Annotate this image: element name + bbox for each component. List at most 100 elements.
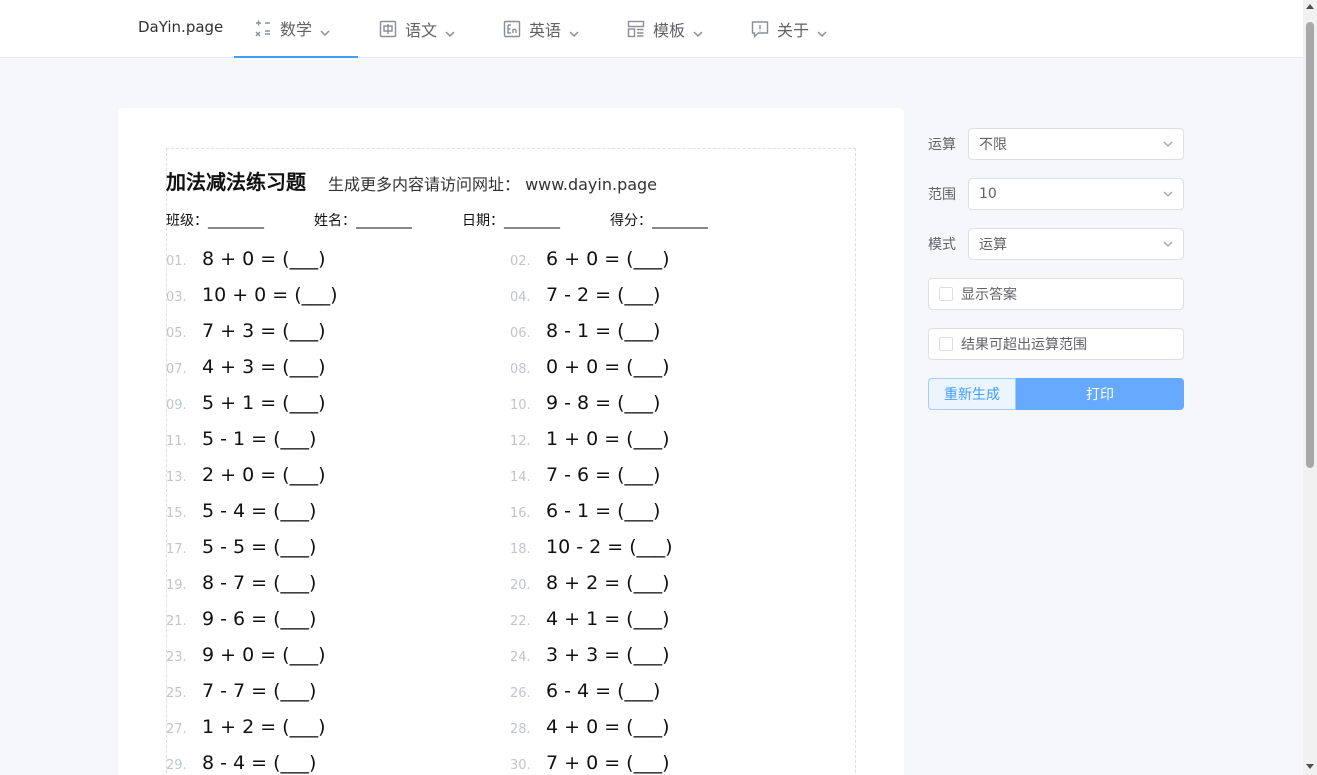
problem-expression: 2 + 0 = (___) [202,464,326,486]
allow-overflow-label: 结果可超出运算范围 [961,337,1087,353]
problem-item: 05. 7 + 3 = (___) [166,320,326,342]
mode-row: 模式 运算 [928,228,1184,260]
problem-expression: 1 + 0 = (___) [546,428,670,450]
problem-number: 13. [166,470,187,485]
problem-expression: 8 + 2 = (___) [546,572,670,594]
scroll-down-arrow-icon[interactable] [1306,764,1314,769]
chevron-down-icon [817,24,827,38]
checkbox-square[interactable] [939,337,953,351]
problem-number: 03. [166,290,187,305]
student-info-fields: 班级：________ 姓名：________ 日期：________ 得分：_… [166,210,758,230]
nav-item-label: 数学 [280,20,313,39]
problem-number: 16. [510,506,531,521]
range-select[interactable]: 10 [968,178,1184,210]
problem-expression: 7 - 7 = (___) [202,680,317,702]
class-field: 班级：________ [166,213,264,229]
name-field: 姓名：________ [314,213,412,229]
english-icon [503,20,521,38]
chevron-down-icon [569,24,579,38]
problem-number: 17. [166,542,187,557]
nav-item-label: 模板 [653,21,686,40]
problem-number: 07. [166,362,187,377]
problem-item: 22. 4 + 1 = (___) [510,608,670,630]
problem-number: 05. [166,326,187,341]
problem-expression: 8 - 1 = (___) [546,320,661,342]
problem-expression: 8 - 4 = (___) [202,752,317,774]
problem-expression: 5 + 1 = (___) [202,392,326,414]
problem-expression: 3 + 3 = (___) [546,644,670,666]
mode-label: 模式 [928,237,956,253]
problem-item: 01. 8 + 0 = (___) [166,248,326,270]
nav-item-label: 英语 [529,21,562,40]
range-row: 范围 10 [928,178,1184,210]
scroll-up-arrow-icon[interactable] [1306,4,1314,9]
problem-number: 08. [510,362,531,377]
chevron-down-icon [320,23,330,37]
action-buttons: 重新生成 打印 [928,378,1184,410]
problem-expression: 6 + 0 = (___) [546,248,670,270]
problem-item: 24. 3 + 3 = (___) [510,644,670,666]
chevron-down-icon [1163,241,1173,248]
date-field: 日期：________ [462,213,560,229]
problem-number: 29. [166,758,187,773]
problem-number: 18. [510,542,531,557]
brand-logo[interactable]: DaYin.page [138,18,223,36]
math-icon [254,19,272,37]
problem-number: 02. [510,254,531,269]
checkbox-square[interactable] [939,287,953,301]
nav-item-chinese[interactable]: 语文 [379,0,455,58]
mode-select[interactable]: 运算 [968,228,1184,260]
problem-expression: 4 + 0 = (___) [546,716,670,738]
problem-expression: 8 - 7 = (___) [202,572,317,594]
operation-label: 运算 [928,137,956,153]
nav-item-english[interactable]: 英语 [503,0,579,58]
problem-number: 11. [166,434,187,449]
page-scrollbar[interactable] [1303,0,1317,775]
problem-number: 15. [166,506,187,521]
problem-expression: 5 - 5 = (___) [202,536,317,558]
problem-expression: 7 + 0 = (___) [546,752,670,774]
problem-item: 27. 1 + 2 = (___) [166,716,326,738]
chevron-down-icon [1163,191,1173,198]
problem-item: 16. 6 - 1 = (___) [510,500,660,522]
problem-item: 04. 7 - 2 = (___) [510,284,660,306]
nav-item-math[interactable]: 数学 [234,0,358,58]
problem-number: 22. [510,614,531,629]
problem-item: 20. 8 + 2 = (___) [510,572,670,594]
problem-item: 13. 2 + 0 = (___) [166,464,326,486]
allow-overflow-checkbox[interactable]: 结果可超出运算范围 [928,328,1184,360]
problem-item: 29. 8 - 4 = (___) [166,752,316,774]
worksheet-paper: 加法减法练习题 生成更多内容请访问网址： www.dayin.page 班级：_… [118,108,904,775]
problem-expression: 6 - 1 = (___) [546,500,661,522]
print-button[interactable]: 打印 [1016,378,1184,410]
regenerate-button[interactable]: 重新生成 [928,378,1016,410]
problem-item: 14. 7 - 6 = (___) [510,464,660,486]
nav-item-template[interactable]: 模板 [627,0,703,58]
operation-select[interactable]: 不限 [968,128,1184,160]
problem-expression: 10 - 2 = (___) [546,536,673,558]
problem-number: 14. [510,470,531,485]
scrollbar-thumb[interactable] [1306,22,1314,468]
range-select-value: 10 [979,186,997,202]
problem-number: 30. [510,758,531,773]
show-answer-checkbox[interactable]: 显示答案 [928,278,1184,310]
problem-item: 02. 6 + 0 = (___) [510,248,670,270]
problem-item: 19. 8 - 7 = (___) [166,572,316,594]
problem-expression: 9 - 6 = (___) [202,608,317,630]
problem-expression: 7 - 2 = (___) [546,284,661,306]
problem-item: 26. 6 - 4 = (___) [510,680,660,702]
problem-item: 25. 7 - 7 = (___) [166,680,316,702]
problem-expression: 5 - 1 = (___) [202,428,317,450]
nav-item-about[interactable]: 关于 [751,0,827,58]
operation-row: 运算 不限 [928,128,1184,160]
problem-expression: 6 - 4 = (___) [546,680,661,702]
problem-expression: 7 + 3 = (___) [202,320,326,342]
problem-item: 06. 8 - 1 = (___) [510,320,660,342]
problem-number: 20. [510,578,531,593]
chinese-char-icon [379,20,397,38]
problem-expression: 10 + 0 = (___) [202,284,338,306]
problem-item: 08. 0 + 0 = (___) [510,356,670,378]
problem-expression: 5 - 4 = (___) [202,500,317,522]
problem-expression: 4 + 3 = (___) [202,356,326,378]
range-label: 范围 [928,187,956,203]
